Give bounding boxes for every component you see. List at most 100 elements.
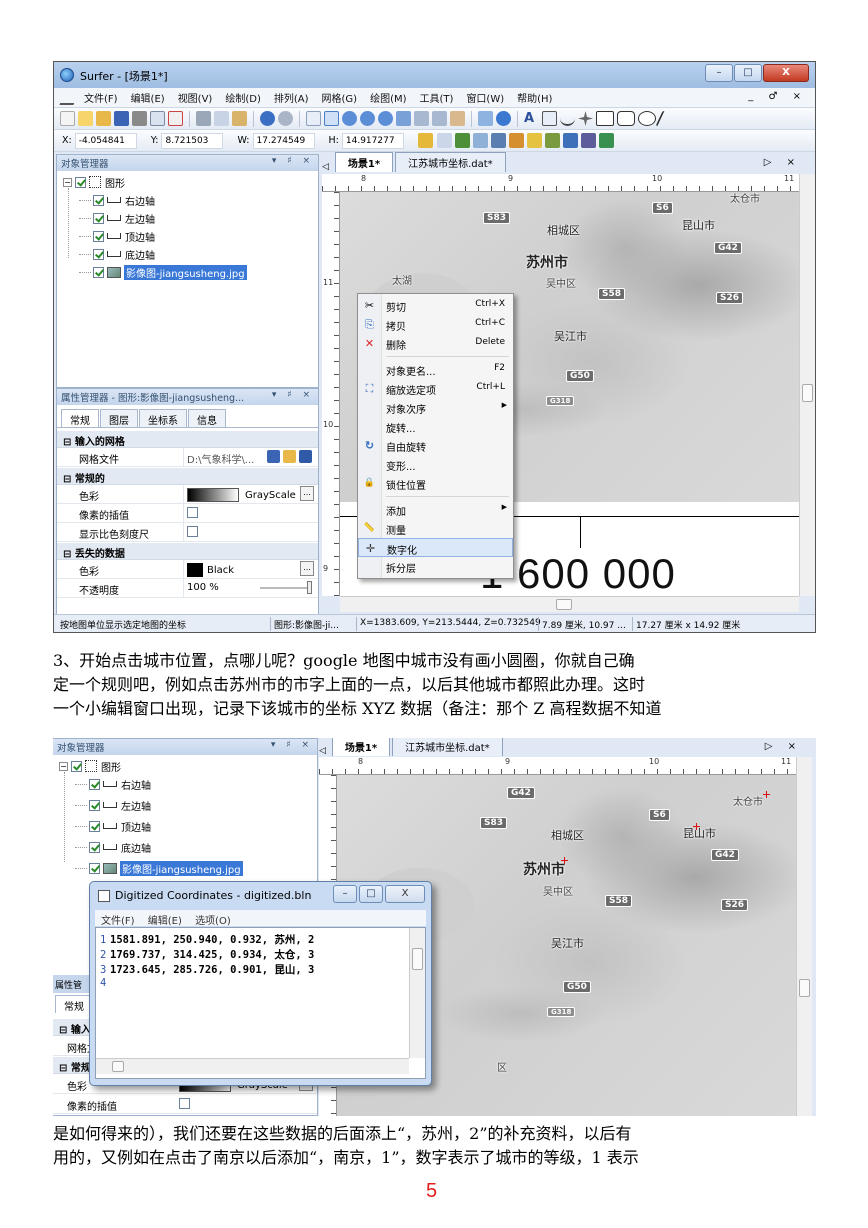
pan-hand-icon[interactable]: [450, 111, 465, 126]
print-icon[interactable]: [132, 111, 147, 126]
tab-coordinate-system[interactable]: 坐标系: [139, 409, 187, 427]
editor-horizontal-scrollbar[interactable]: [96, 1058, 409, 1074]
zoom-out-icon[interactable]: [360, 111, 375, 126]
undo-icon[interactable]: [260, 111, 275, 126]
select-arrow-icon[interactable]: [324, 111, 339, 126]
menu-item-break-layer[interactable]: 拆分层: [358, 557, 513, 576]
top-axis-checkbox[interactable]: [93, 230, 104, 242]
collapse-icon[interactable]: −: [59, 761, 68, 771]
scrollbar-thumb[interactable]: [799, 979, 810, 997]
tab-jiangsu-coords[interactable]: 江苏城市坐标.dat*: [395, 152, 506, 172]
polygon-tool-icon[interactable]: [542, 111, 557, 126]
tab-scroll-left-icon[interactable]: ◁: [319, 746, 326, 756]
save-icon[interactable]: [114, 111, 129, 126]
group-input-grid[interactable]: ⊟ 输入: [53, 1019, 89, 1036]
symbol-tool-icon[interactable]: [578, 111, 593, 126]
tree-item-left-axis[interactable]: 左边轴: [79, 209, 155, 227]
tree-item-top-axis[interactable]: 顶边轴: [75, 817, 151, 835]
tree-item-image[interactable]: 影像图-jiangsusheng.jpg: [75, 859, 243, 877]
group-expand-icon[interactable]: ⊟: [63, 474, 75, 485]
tree-root[interactable]: − 图形: [63, 173, 125, 191]
menu-grid[interactable]: 网格(G): [322, 90, 358, 105]
map-tool-9-icon[interactable]: [580, 133, 596, 148]
tree-item-bottom-axis[interactable]: 底边轴: [75, 838, 151, 856]
lock-icon[interactable]: [417, 133, 433, 148]
menu-item-copy[interactable]: ⎘ 拷贝 Ctrl+C: [358, 315, 513, 334]
menu-item-lock-position[interactable]: 🔒 锁住位置: [358, 474, 513, 493]
menu-arrange[interactable]: 排列(A): [274, 90, 309, 105]
opacity-slider-thumb[interactable]: [307, 581, 312, 594]
dialog-maximize-button[interactable]: □: [359, 885, 383, 903]
menu-item-delete[interactable]: ✕ 删除 Delete: [358, 334, 513, 353]
scrollbar-thumb[interactable]: [802, 384, 813, 402]
grid-file-value[interactable]: D:\气象科学\...: [187, 451, 254, 466]
x-field[interactable]: -4.054841: [74, 132, 137, 149]
map-tool-4-icon[interactable]: [490, 133, 506, 148]
collapse-icon[interactable]: −: [63, 177, 72, 187]
map-tool-10-icon[interactable]: [598, 133, 614, 148]
dialog-close-button[interactable]: X: [385, 885, 425, 903]
map-tool-8-icon[interactable]: [562, 133, 578, 148]
tree-root-checkbox[interactable]: [75, 176, 86, 188]
scrollbar-thumb[interactable]: [112, 1061, 124, 1072]
tree-item-bottom-axis[interactable]: 底边轴: [79, 245, 155, 263]
tab-scene1[interactable]: 场景1*: [331, 738, 391, 756]
menu-item-object-order[interactable]: 对象次序 ▶: [358, 398, 513, 417]
zoom-page-icon[interactable]: [414, 111, 429, 126]
height-field[interactable]: 14.917277: [341, 132, 404, 149]
tree-item-right-axis[interactable]: 右边轴: [75, 775, 151, 793]
vertical-scrollbar[interactable]: [799, 174, 815, 596]
group-expand-icon[interactable]: ⊟: [63, 549, 75, 560]
mdi-controls[interactable]: _ ♂ ×: [748, 91, 807, 102]
paste-icon[interactable]: [232, 111, 247, 126]
tree-root-checkbox[interactable]: [71, 760, 82, 772]
rounded-rect-tool-icon[interactable]: [617, 111, 635, 126]
tree-root[interactable]: − 图形: [59, 757, 121, 775]
left-axis-checkbox[interactable]: [93, 212, 104, 224]
minimize-button[interactable]: –: [705, 64, 733, 82]
y-field[interactable]: 8.721503: [161, 132, 224, 149]
close-button[interactable]: X: [763, 64, 809, 82]
top-axis-checkbox[interactable]: [89, 820, 100, 832]
ellipse-tool-icon[interactable]: [638, 111, 656, 126]
save-icon[interactable]: [299, 450, 312, 463]
map-tool-1-icon[interactable]: [436, 133, 452, 148]
width-field[interactable]: 17.274549: [252, 132, 315, 149]
color-value[interactable]: GrayScale: [187, 488, 296, 502]
polyline-tool-icon[interactable]: [560, 111, 575, 126]
print-preview-icon[interactable]: [150, 111, 165, 126]
tab-layer[interactable]: 图层: [100, 409, 138, 427]
tab-nav-controls[interactable]: ▷ ×: [765, 741, 802, 752]
menu-item-free-rotate[interactable]: ↻ 自由旋转: [358, 436, 513, 455]
map-tool-3-icon[interactable]: [472, 133, 488, 148]
menu-draw[interactable]: 绘制(D): [225, 90, 261, 105]
new-worksheet-icon[interactable]: [78, 111, 93, 126]
tab-scroll-left-icon[interactable]: ◁: [322, 162, 329, 172]
redo-icon[interactable]: [278, 111, 293, 126]
open-folder-icon[interactable]: [96, 111, 111, 126]
tree-item-left-axis[interactable]: 左边轴: [75, 796, 151, 814]
maximize-button[interactable]: □: [734, 64, 762, 82]
tree-item-right-axis[interactable]: 右边轴: [79, 191, 155, 209]
cut-icon[interactable]: [196, 111, 211, 126]
open-folder-icon[interactable]: [283, 450, 296, 463]
tab-general[interactable]: 常规: [61, 409, 99, 427]
dialog-minimize-button[interactable]: –: [333, 885, 357, 903]
menu-item-rename[interactable]: 对象更名... F2: [358, 360, 513, 379]
menu-item-rotate[interactable]: 旋转...: [358, 417, 513, 436]
group-input-grid[interactable]: ⊟ 输入的网格: [57, 431, 318, 448]
map-tool-2-icon[interactable]: [454, 133, 470, 148]
tab-jiangsu-coords[interactable]: 江苏城市坐标.dat*: [392, 738, 503, 756]
left-axis-checkbox[interactable]: [89, 799, 100, 811]
copy-icon[interactable]: [214, 111, 229, 126]
missing-color-edit-button[interactable]: ...: [300, 561, 314, 576]
dialog-menu-options[interactable]: 选项(O): [195, 916, 231, 927]
scrollbar-thumb[interactable]: [556, 599, 572, 610]
grid-info-icon[interactable]: [267, 450, 280, 463]
zoom-fit-icon[interactable]: [396, 111, 411, 126]
bottom-axis-checkbox[interactable]: [93, 248, 104, 260]
menu-edit[interactable]: 编辑(E): [131, 90, 165, 105]
move-icon[interactable]: [478, 111, 493, 126]
menu-item-digitize[interactable]: ✛ 数字化: [358, 538, 513, 557]
menu-item-cut[interactable]: ✂ 剪切 Ctrl+X: [358, 296, 513, 315]
